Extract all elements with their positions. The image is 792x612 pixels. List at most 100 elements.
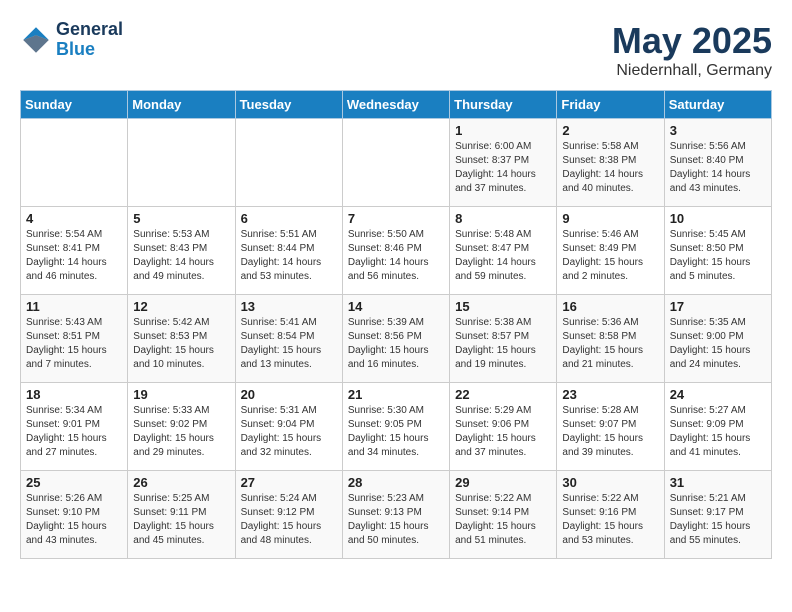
day-number: 15 bbox=[455, 299, 551, 314]
calendar-header-row: SundayMondayTuesdayWednesdayThursdayFrid… bbox=[21, 91, 772, 119]
day-number: 27 bbox=[241, 475, 337, 490]
day-info: Sunrise: 5:53 AM Sunset: 8:43 PM Dayligh… bbox=[133, 228, 229, 284]
calendar-cell: 9 Sunrise: 5:46 AM Sunset: 8:49 PM Daylig… bbox=[557, 207, 664, 295]
day-info: Sunrise: 5:33 AM Sunset: 9:02 PM Dayligh… bbox=[133, 404, 229, 460]
calendar-cell: 18Sunrise: 5:34 AM Sunset: 9:01 PM Dayli… bbox=[21, 383, 128, 471]
day-info: Sunrise: 5:54 AM Sunset: 8:41 PM Dayligh… bbox=[26, 228, 122, 284]
calendar-cell: 16 Sunrise: 5:36 AM Sunset: 8:58 PM Dayli… bbox=[557, 295, 664, 383]
calendar-cell: 2Sunrise: 5:58 AM Sunset: 8:38 PM Daylig… bbox=[557, 119, 664, 207]
day-info: Sunrise: 5:25 AM Sunset: 9:11 PM Dayligh… bbox=[133, 492, 229, 548]
day-number: 8 bbox=[455, 211, 551, 226]
day-number: 31 bbox=[670, 475, 766, 490]
logo-icon bbox=[20, 24, 52, 56]
calendar-cell: 29 Sunrise: 5:22 AM Sunset: 9:14 PM Dayli… bbox=[450, 471, 557, 559]
day-info: Sunrise: 5:21 AM Sunset: 9:17 PM Dayligh… bbox=[670, 492, 766, 548]
calendar-cell: 7 Sunrise: 5:50 AM Sunset: 8:46 PM Daylig… bbox=[342, 207, 449, 295]
calendar-cell: 26 Sunrise: 5:25 AM Sunset: 9:11 PM Dayli… bbox=[128, 471, 235, 559]
header-sunday: Sunday bbox=[21, 91, 128, 119]
week-row-4: 18Sunrise: 5:34 AM Sunset: 9:01 PM Dayli… bbox=[21, 383, 772, 471]
day-info: Sunrise: 5:48 AM Sunset: 8:47 PM Dayligh… bbox=[455, 228, 551, 284]
calendar-cell: 6 Sunrise: 5:51 AM Sunset: 8:44 PM Daylig… bbox=[235, 207, 342, 295]
day-info: Sunrise: 5:38 AM Sunset: 8:57 PM Dayligh… bbox=[455, 316, 551, 372]
calendar-cell: 11 Sunrise: 5:43 AM Sunset: 8:51 PM Dayli… bbox=[21, 295, 128, 383]
calendar-cell: 1 Sunrise: 6:00 AM Sunset: 8:37 PM Daylig… bbox=[450, 119, 557, 207]
day-number: 29 bbox=[455, 475, 551, 490]
day-number: 20 bbox=[241, 387, 337, 402]
day-number: 28 bbox=[348, 475, 444, 490]
week-row-2: 4 Sunrise: 5:54 AM Sunset: 8:41 PM Daylig… bbox=[21, 207, 772, 295]
header-monday: Monday bbox=[128, 91, 235, 119]
day-info: Sunrise: 5:30 AM Sunset: 9:05 PM Dayligh… bbox=[348, 404, 444, 460]
day-info: Sunrise: 5:28 AM Sunset: 9:07 PM Dayligh… bbox=[562, 404, 658, 460]
day-number: 17 bbox=[670, 299, 766, 314]
day-number: 7 bbox=[348, 211, 444, 226]
day-info: Sunrise: 5:45 AM Sunset: 8:50 PM Dayligh… bbox=[670, 228, 766, 284]
day-number: 5 bbox=[133, 211, 229, 226]
calendar-cell: 17 Sunrise: 5:35 AM Sunset: 9:00 PM Dayli… bbox=[664, 295, 771, 383]
calendar-cell: 25 Sunrise: 5:26 AM Sunset: 9:10 PM Dayli… bbox=[21, 471, 128, 559]
page-header: General Blue May 2025 Niedernhall, Germa… bbox=[20, 20, 772, 80]
day-info: Sunrise: 5:23 AM Sunset: 9:13 PM Dayligh… bbox=[348, 492, 444, 548]
day-info: Sunrise: 5:36 AM Sunset: 8:58 PM Dayligh… bbox=[562, 316, 658, 372]
day-info: Sunrise: 5:43 AM Sunset: 8:51 PM Dayligh… bbox=[26, 316, 122, 372]
day-number: 6 bbox=[241, 211, 337, 226]
day-number: 24 bbox=[670, 387, 766, 402]
day-info: Sunrise: 5:58 AM Sunset: 8:38 PM Dayligh… bbox=[562, 140, 658, 196]
day-number: 3 bbox=[670, 123, 766, 138]
calendar-cell: 4 Sunrise: 5:54 AM Sunset: 8:41 PM Daylig… bbox=[21, 207, 128, 295]
day-number: 25 bbox=[26, 475, 122, 490]
calendar-cell: 27 Sunrise: 5:24 AM Sunset: 9:12 PM Dayli… bbox=[235, 471, 342, 559]
day-number: 10 bbox=[670, 211, 766, 226]
day-info: Sunrise: 5:34 AM Sunset: 9:01 PM Dayligh… bbox=[26, 404, 122, 460]
day-number: 26 bbox=[133, 475, 229, 490]
day-info: Sunrise: 5:46 AM Sunset: 8:49 PM Dayligh… bbox=[562, 228, 658, 284]
calendar-cell: 14 Sunrise: 5:39 AM Sunset: 8:56 PM Dayli… bbox=[342, 295, 449, 383]
day-info: Sunrise: 5:39 AM Sunset: 8:56 PM Dayligh… bbox=[348, 316, 444, 372]
day-info: Sunrise: 5:50 AM Sunset: 8:46 PM Dayligh… bbox=[348, 228, 444, 284]
day-number: 30 bbox=[562, 475, 658, 490]
calendar-cell: 12Sunrise: 5:42 AM Sunset: 8:53 PM Dayli… bbox=[128, 295, 235, 383]
calendar-cell: 19 Sunrise: 5:33 AM Sunset: 9:02 PM Dayli… bbox=[128, 383, 235, 471]
day-info: Sunrise: 5:56 AM Sunset: 8:40 PM Dayligh… bbox=[670, 140, 766, 196]
calendar-cell: 13Sunrise: 5:41 AM Sunset: 8:54 PM Dayli… bbox=[235, 295, 342, 383]
day-number: 21 bbox=[348, 387, 444, 402]
header-thursday: Thursday bbox=[450, 91, 557, 119]
calendar-cell: 30 Sunrise: 5:22 AM Sunset: 9:16 PM Dayli… bbox=[557, 471, 664, 559]
day-info: Sunrise: 5:26 AM Sunset: 9:10 PM Dayligh… bbox=[26, 492, 122, 548]
header-saturday: Saturday bbox=[664, 91, 771, 119]
calendar-cell: 20 Sunrise: 5:31 AM Sunset: 9:04 PM Dayli… bbox=[235, 383, 342, 471]
day-info: Sunrise: 5:41 AM Sunset: 8:54 PM Dayligh… bbox=[241, 316, 337, 372]
calendar-cell: 23 Sunrise: 5:28 AM Sunset: 9:07 PM Dayli… bbox=[557, 383, 664, 471]
title-block: May 2025 Niedernhall, Germany bbox=[612, 20, 772, 80]
logo: General Blue bbox=[20, 20, 123, 60]
calendar-table: SundayMondayTuesdayWednesdayThursdayFrid… bbox=[20, 90, 772, 559]
day-number: 14 bbox=[348, 299, 444, 314]
calendar-cell bbox=[342, 119, 449, 207]
day-info: Sunrise: 5:31 AM Sunset: 9:04 PM Dayligh… bbox=[241, 404, 337, 460]
day-number: 22 bbox=[455, 387, 551, 402]
day-info: Sunrise: 5:51 AM Sunset: 8:44 PM Dayligh… bbox=[241, 228, 337, 284]
calendar-cell: 21 Sunrise: 5:30 AM Sunset: 9:05 PM Dayli… bbox=[342, 383, 449, 471]
calendar-cell: 3 Sunrise: 5:56 AM Sunset: 8:40 PM Daylig… bbox=[664, 119, 771, 207]
day-info: Sunrise: 5:24 AM Sunset: 9:12 PM Dayligh… bbox=[241, 492, 337, 548]
day-info: Sunrise: 5:29 AM Sunset: 9:06 PM Dayligh… bbox=[455, 404, 551, 460]
day-number: 4 bbox=[26, 211, 122, 226]
day-number: 1 bbox=[455, 123, 551, 138]
day-number: 23 bbox=[562, 387, 658, 402]
header-wednesday: Wednesday bbox=[342, 91, 449, 119]
header-tuesday: Tuesday bbox=[235, 91, 342, 119]
calendar-cell: 15 Sunrise: 5:38 AM Sunset: 8:57 PM Dayli… bbox=[450, 295, 557, 383]
day-info: Sunrise: 5:22 AM Sunset: 9:16 PM Dayligh… bbox=[562, 492, 658, 548]
month-year: May 2025 bbox=[612, 20, 772, 62]
calendar-cell: 22 Sunrise: 5:29 AM Sunset: 9:06 PM Dayli… bbox=[450, 383, 557, 471]
day-info: Sunrise: 6:00 AM Sunset: 8:37 PM Dayligh… bbox=[455, 140, 551, 196]
day-info: Sunrise: 5:22 AM Sunset: 9:14 PM Dayligh… bbox=[455, 492, 551, 548]
calendar-cell bbox=[235, 119, 342, 207]
day-number: 11 bbox=[26, 299, 122, 314]
day-info: Sunrise: 5:27 AM Sunset: 9:09 PM Dayligh… bbox=[670, 404, 766, 460]
day-info: Sunrise: 5:35 AM Sunset: 9:00 PM Dayligh… bbox=[670, 316, 766, 372]
week-row-5: 25 Sunrise: 5:26 AM Sunset: 9:10 PM Dayli… bbox=[21, 471, 772, 559]
day-number: 9 bbox=[562, 211, 658, 226]
day-number: 16 bbox=[562, 299, 658, 314]
day-number: 19 bbox=[133, 387, 229, 402]
